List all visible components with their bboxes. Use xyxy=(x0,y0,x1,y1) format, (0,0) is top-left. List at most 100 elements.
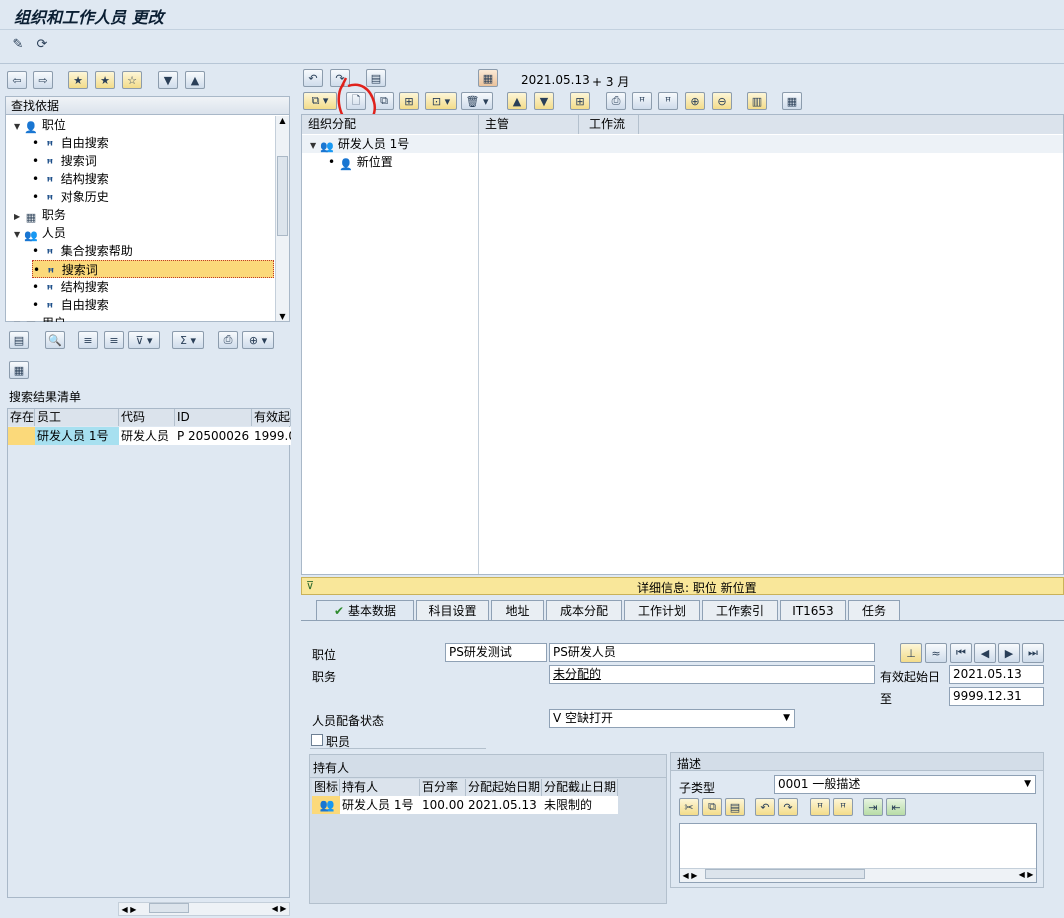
favorites-icon[interactable]: ★ xyxy=(95,71,115,89)
tree-item-free-search-2[interactable]: • ꟸ 自由搜索 xyxy=(32,296,109,314)
position-long-field[interactable]: PS研发人员 xyxy=(549,643,875,662)
sum-icon[interactable]: Σ ▾ xyxy=(172,331,204,349)
collapse-icon[interactable]: ⊖ xyxy=(712,92,732,110)
tree-item-free-search[interactable]: • ꟸ 自由搜索 xyxy=(32,134,109,152)
vertical-splitter[interactable] xyxy=(292,64,300,918)
tab-tasks[interactable]: 任务 xyxy=(848,600,900,620)
move-down-icon[interactable]: ▼ xyxy=(534,92,554,110)
first-page-icon[interactable]: ⏮ xyxy=(950,643,972,663)
structure-node-position[interactable]: • 👤 新位置 xyxy=(328,153,393,171)
print-icon[interactable]: ⎙ xyxy=(606,92,626,110)
valid-from-field[interactable]: 2021.05.13 xyxy=(949,665,1044,684)
binoculars-icon[interactable]: ꟸ xyxy=(632,92,652,110)
cut-icon[interactable]: ✂ xyxy=(679,798,699,816)
cell-code[interactable]: 研发人员 xyxy=(119,427,175,445)
undo-icon[interactable]: ↶ xyxy=(755,798,775,816)
calc-icon[interactable]: ▦ xyxy=(782,92,802,110)
col-workflow[interactable]: 工作流 xyxy=(579,115,639,134)
filter-icon[interactable]: ⊽ xyxy=(306,579,314,592)
calculator-icon[interactable]: ▦ xyxy=(9,361,29,379)
forward-arrow-icon[interactable]: ⇨ xyxy=(33,71,53,89)
results-hscrollbar[interactable]: ◀ ▶ ◀ ▶ xyxy=(118,902,290,916)
description-textarea[interactable]: ◀ ▶ ◀ ▶ xyxy=(679,823,1037,883)
collapse-down-icon[interactable]: ▼ xyxy=(158,71,178,89)
refresh-icon[interactable]: ⟳ xyxy=(32,35,52,53)
col-employee[interactable]: 员工 xyxy=(35,409,119,426)
calendar-icon[interactable]: ▦ xyxy=(478,69,498,87)
col-assign-start[interactable]: 分配起始日期 xyxy=(466,779,542,796)
sort-asc-icon[interactable]: ≡ xyxy=(78,331,98,349)
col-id[interactable]: ID xyxy=(175,409,252,426)
col-code[interactable]: 代码 xyxy=(119,409,175,426)
col-exists[interactable]: 存在 xyxy=(8,409,35,426)
tree-item-object-history[interactable]: • ꟸ 对象历史 xyxy=(32,188,109,206)
cell-holder[interactable]: 研发人员 1号 xyxy=(340,796,420,814)
tab-basic-data[interactable]: ✔ 基本数据 xyxy=(316,600,414,620)
cell-assign-start[interactable]: 2021.05.13 xyxy=(466,796,542,814)
tree-item-structure-search-2[interactable]: • ꟸ 结构搜索 xyxy=(32,278,109,296)
expand-up-icon[interactable]: ▲ xyxy=(185,71,205,89)
tree-item-collective-search[interactable]: • ꟸ 集合搜索帮助 xyxy=(32,242,133,260)
import-icon[interactable]: ⇥ xyxy=(863,798,883,816)
move-up-icon[interactable]: ▲ xyxy=(507,92,527,110)
cell-valid-from[interactable]: 1999.0 xyxy=(252,427,291,445)
tree-node-person[interactable]: ▼ 👥 人员 xyxy=(14,224,66,242)
col-assign-end[interactable]: 分配截止日期 xyxy=(542,779,618,796)
col-percent[interactable]: 百分率 xyxy=(420,779,466,796)
columns-icon[interactable]: ▥ xyxy=(747,92,767,110)
tree-item-search-term-selected[interactable]: • ꟸ 搜索词 xyxy=(32,260,274,279)
last-page-icon[interactable]: ⏭ xyxy=(1022,643,1044,663)
tab-cost-distribution[interactable]: 成本分配 xyxy=(546,600,622,620)
tab-work-index[interactable]: 工作索引 xyxy=(702,600,778,620)
col-org-assignment[interactable]: 组织分配 xyxy=(302,115,479,134)
job-field[interactable]: 未分配的 xyxy=(549,665,875,684)
assign-icon[interactable]: ⊡ ▾ xyxy=(425,92,457,110)
back-arrow-icon[interactable]: ⇦ xyxy=(7,71,27,89)
cell-id[interactable]: P 20500026 xyxy=(175,427,252,445)
tree-node-job[interactable]: ▶ ▦ 职务 xyxy=(14,206,66,224)
graph-icon[interactable]: ≈ xyxy=(925,643,947,663)
col-icon[interactable]: 图标 xyxy=(312,779,340,796)
tree-node-position[interactable]: ▼ 👤 职位 xyxy=(14,116,66,134)
cell-exists[interactable] xyxy=(8,427,35,445)
tab-address[interactable]: 地址 xyxy=(491,600,544,620)
redo-icon[interactable]: ↷ xyxy=(778,798,798,816)
favorites-edit-icon[interactable]: ☆ xyxy=(122,71,142,89)
staffing-status-dropdown[interactable]: V 空缺打开 ▼ xyxy=(549,709,795,728)
expand-icon[interactable]: ⊕ xyxy=(685,92,705,110)
tree-node-user[interactable]: ▼▤ 用户 xyxy=(14,314,66,322)
edit-pencil-icon[interactable]: ✎ xyxy=(8,35,28,53)
subtype-dropdown[interactable]: 0001 一般描述 ▼ xyxy=(774,775,1036,794)
prev-page-icon[interactable]: ◀ xyxy=(974,643,996,663)
copy-icon[interactable]: ⧉ xyxy=(702,798,722,816)
tree-item-search-term[interactable]: • ꟸ 搜索词 xyxy=(32,152,97,170)
tab-account-settings[interactable]: 科目设置 xyxy=(416,600,489,620)
export-icon[interactable]: ⇤ xyxy=(886,798,906,816)
filter-icon[interactable]: ⊽ ▾ xyxy=(128,331,160,349)
paste-icon[interactable]: ▤ xyxy=(725,798,745,816)
position-short-field[interactable]: PS研发测试 xyxy=(445,643,547,662)
print-icon[interactable]: ⎙ xyxy=(218,331,238,349)
structure-icon[interactable]: ⊞ xyxy=(399,92,419,110)
export-icon[interactable]: ⊕ ▾ xyxy=(242,331,274,349)
structure-node-person[interactable]: ▼ 👥 研发人员 1号 xyxy=(310,135,409,153)
col-holder[interactable]: 持有人 xyxy=(340,779,420,796)
hierarchy-icon[interactable]: ⊞ xyxy=(570,92,590,110)
cell-employee[interactable]: 研发人员 1号 xyxy=(35,427,119,445)
tree-item-structure-search[interactable]: • ꟸ 结构搜索 xyxy=(32,170,109,188)
col-manager[interactable]: 主管 xyxy=(479,115,579,134)
find-icon[interactable]: 🔍 xyxy=(45,331,65,349)
desc-hscrollbar[interactable]: ◀ ▶ ◀ ▶ xyxy=(680,868,1036,882)
col-valid-from[interactable]: 有效起 xyxy=(252,409,291,426)
sort-desc-icon[interactable]: ≡ xyxy=(104,331,124,349)
tab-work-schedule[interactable]: 工作计划 xyxy=(624,600,700,620)
find-replace-icon[interactable]: ꟸ xyxy=(833,798,853,816)
next-page-icon[interactable]: ▶ xyxy=(998,643,1020,663)
people-icon[interactable]: 👥 xyxy=(312,796,340,814)
cell-assign-end[interactable]: 未限制的 xyxy=(542,796,618,814)
tab-it1653[interactable]: IT1653 xyxy=(780,600,846,620)
undo-icon[interactable]: ↶ xyxy=(303,69,323,87)
cell-percent[interactable]: 100.00 xyxy=(420,796,466,814)
find-next-icon[interactable]: ꟸ xyxy=(658,92,678,110)
find-icon[interactable]: ꟸ xyxy=(810,798,830,816)
